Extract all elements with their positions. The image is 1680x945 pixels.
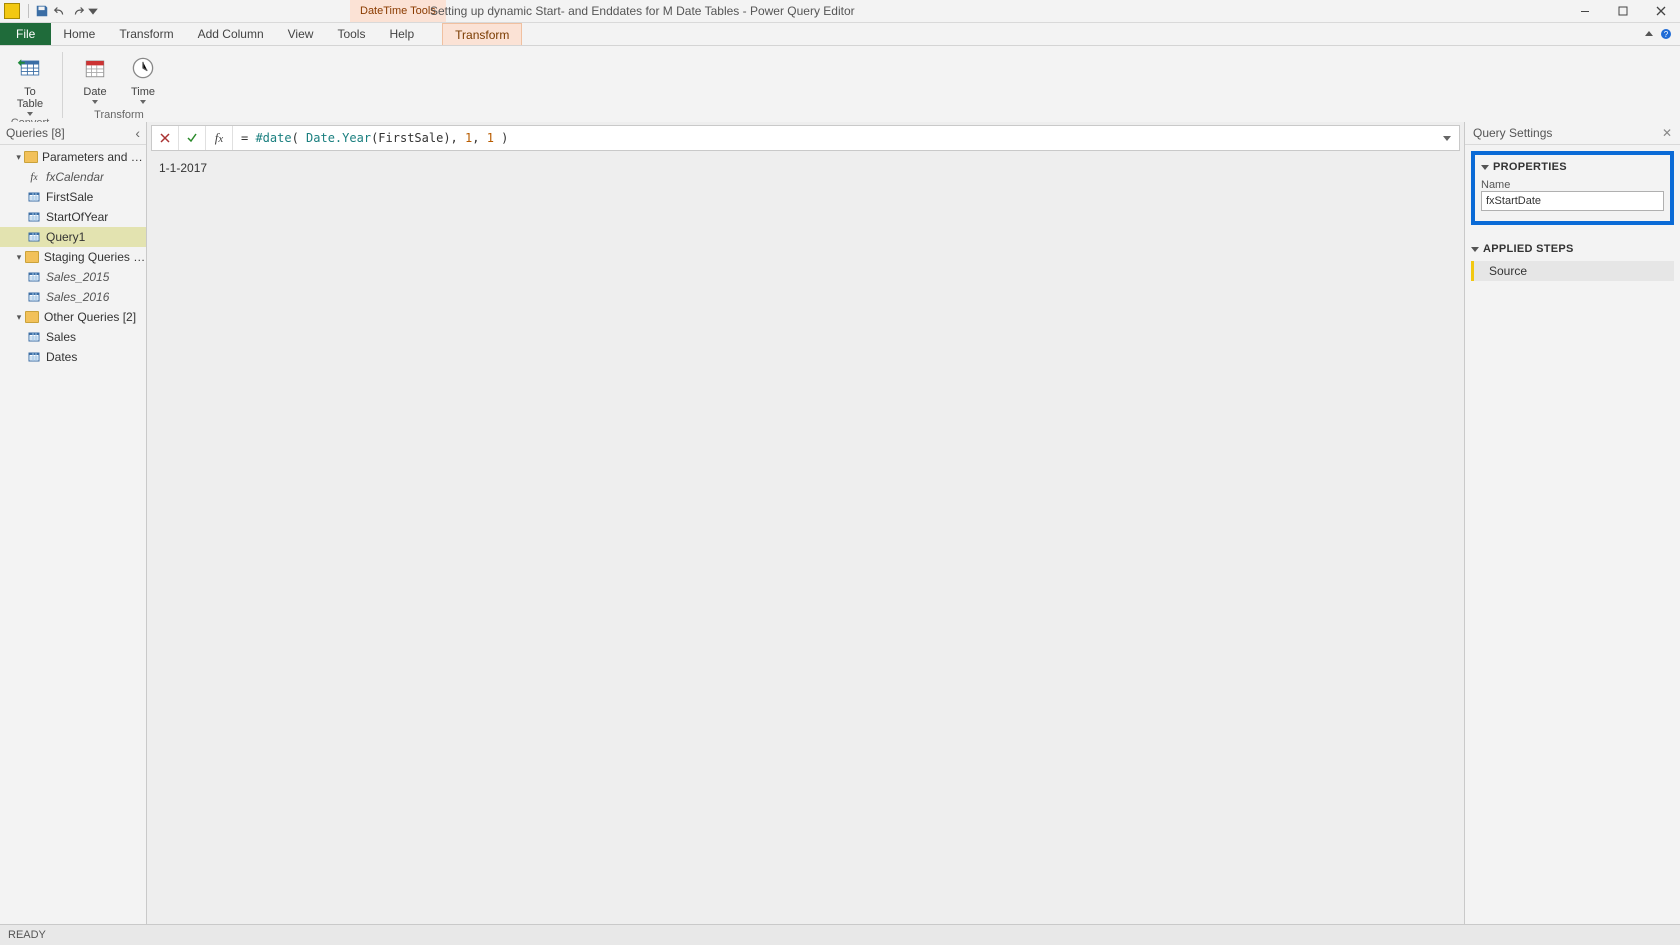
date-button[interactable]: Date (71, 50, 119, 104)
query-item[interactable]: Dates (0, 347, 146, 367)
tab-view[interactable]: View (276, 23, 326, 45)
query-label: Sales_2015 (46, 270, 109, 284)
table-icon (26, 329, 42, 345)
help-icon[interactable]: ? (1660, 28, 1672, 40)
table-icon (26, 289, 42, 305)
query-label: Dates (46, 350, 77, 364)
close-settings-icon[interactable]: ✕ (1662, 126, 1672, 140)
preview-area: 1-1-2017 (151, 155, 1460, 921)
folder-icon (24, 249, 40, 265)
query-item[interactable]: Query1 (0, 227, 146, 247)
table-icon (26, 269, 42, 285)
name-label: Name (1481, 179, 1664, 191)
window-minimize-button[interactable] (1566, 0, 1604, 22)
window-close-button[interactable] (1642, 0, 1680, 22)
query-group[interactable]: ▾Staging Queries [2] (0, 247, 146, 267)
applied-steps-title[interactable]: APPLIED STEPS (1471, 243, 1674, 255)
tab-context-transform[interactable]: Transform (442, 23, 522, 45)
queries-pane: Queries [8] ‹ ▾Parameters and Fu... fxfxC… (0, 122, 147, 925)
query-label: Sales (46, 330, 76, 344)
query-item[interactable]: StartOfYear (0, 207, 146, 227)
properties-title[interactable]: PROPERTIES (1481, 161, 1664, 173)
calendar-icon (79, 52, 111, 84)
app-icon (2, 1, 22, 21)
ribbon-collapse-button[interactable]: ? (1636, 23, 1680, 45)
ribbon-btn-label: Date (83, 86, 106, 98)
tab-transform[interactable]: Transform (107, 23, 185, 45)
group-label: Other Queries [2] (44, 310, 136, 324)
table-icon (26, 189, 42, 205)
undo-icon[interactable] (51, 2, 69, 20)
fx-icon: fx (26, 169, 42, 185)
query-group[interactable]: ▾Other Queries [2] (0, 307, 146, 327)
tab-add-column[interactable]: Add Column (186, 23, 276, 45)
status-text: READY (8, 929, 46, 941)
table-icon (26, 349, 42, 365)
query-label: fxCalendar (46, 170, 104, 184)
redo-icon[interactable] (69, 2, 87, 20)
table-icon (26, 209, 42, 225)
formula-bar: fx = #date( Date.Year(FirstSale), 1, 1 ) (151, 125, 1460, 151)
preview-value: 1-1-2017 (151, 155, 1460, 181)
query-label: StartOfYear (46, 210, 108, 224)
to-table-icon (14, 52, 46, 84)
table-icon (26, 229, 42, 245)
time-button[interactable]: Time (119, 50, 167, 104)
query-label: Sales_2016 (46, 290, 109, 304)
formula-text[interactable]: = #date( Date.Year(FirstSale), 1, 1 ) (233, 131, 1435, 145)
tab-home[interactable]: Home (51, 23, 107, 45)
query-item[interactable]: FirstSale (0, 187, 146, 207)
tab-tools[interactable]: Tools (325, 23, 377, 45)
ribbon-group-label: Transform (71, 108, 167, 122)
query-group[interactable]: ▾Parameters and Fu... (0, 147, 146, 167)
qat-customize-icon[interactable] (87, 2, 99, 20)
query-label: Query1 (46, 230, 85, 244)
ribbon-btn-label: ToTable (17, 86, 43, 110)
svg-text:?: ? (1664, 30, 1669, 39)
to-table-button[interactable]: ToTable (6, 50, 54, 116)
formula-cancel-button[interactable] (152, 126, 179, 150)
formula-expand-button[interactable] (1435, 133, 1459, 143)
query-label: FirstSale (46, 190, 93, 204)
folder-icon (24, 309, 40, 325)
document-title: Setting up dynamic Start- and Enddates f… (430, 0, 1560, 22)
folder-icon (23, 149, 38, 165)
applied-step[interactable]: Source (1471, 261, 1674, 281)
query-item[interactable]: fx fxCalendar (0, 167, 146, 187)
group-label: Parameters and Fu... (42, 150, 146, 164)
window-restore-button[interactable] (1604, 0, 1642, 22)
query-name-input[interactable] (1481, 191, 1664, 211)
status-bar: READY (0, 924, 1680, 945)
clock-icon (127, 52, 159, 84)
queries-pane-title: Queries [8] (6, 126, 65, 140)
settings-pane-title: Query Settings (1473, 126, 1552, 140)
tab-file[interactable]: File (0, 23, 51, 45)
properties-section: PROPERTIES Name (1471, 151, 1674, 225)
save-icon[interactable] (33, 2, 51, 20)
query-item[interactable]: Sales_2015 (0, 267, 146, 287)
query-item[interactable]: Sales_2016 (0, 287, 146, 307)
query-settings-pane: Query Settings ✕ PROPERTIES Name APPLIED… (1464, 122, 1680, 925)
ribbon-btn-label: Time (131, 86, 155, 98)
formula-confirm-button[interactable] (179, 126, 206, 150)
collapse-pane-icon[interactable]: ‹ (135, 125, 140, 141)
group-label: Staging Queries [2] (44, 250, 146, 264)
fx-icon[interactable]: fx (206, 126, 233, 150)
tab-help[interactable]: Help (377, 23, 426, 45)
query-item[interactable]: Sales (0, 327, 146, 347)
